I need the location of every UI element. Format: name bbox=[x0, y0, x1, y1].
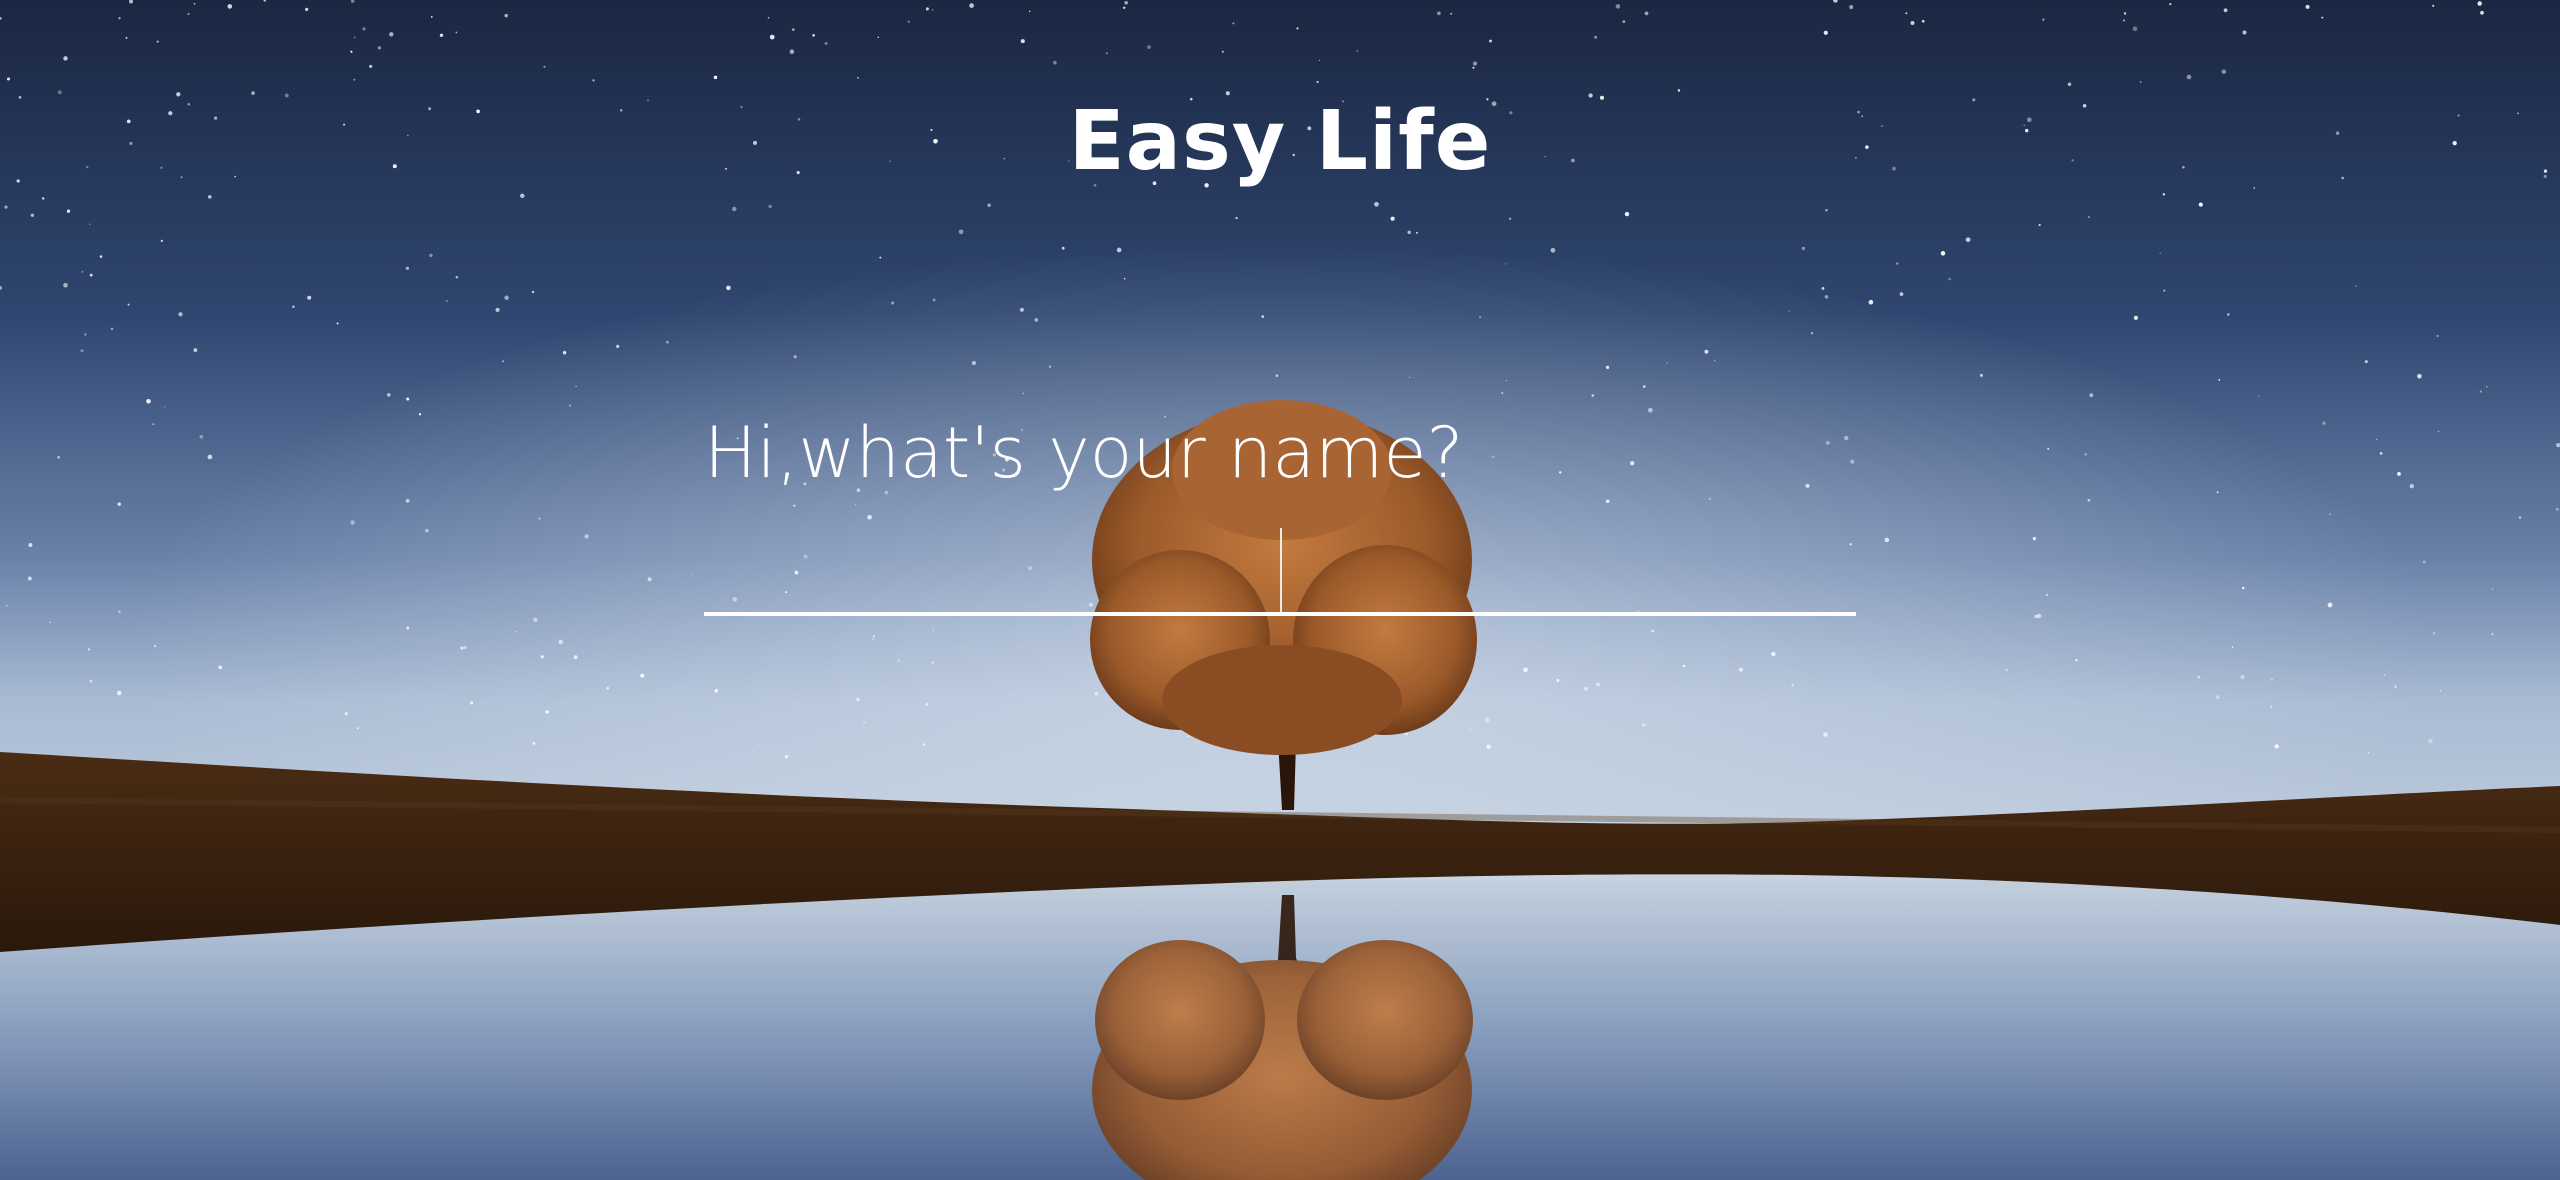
app-title: Easy Life bbox=[1068, 94, 1492, 189]
name-prompt: Hi,what's your name? bbox=[704, 412, 1464, 494]
text-cursor bbox=[1280, 528, 1282, 612]
